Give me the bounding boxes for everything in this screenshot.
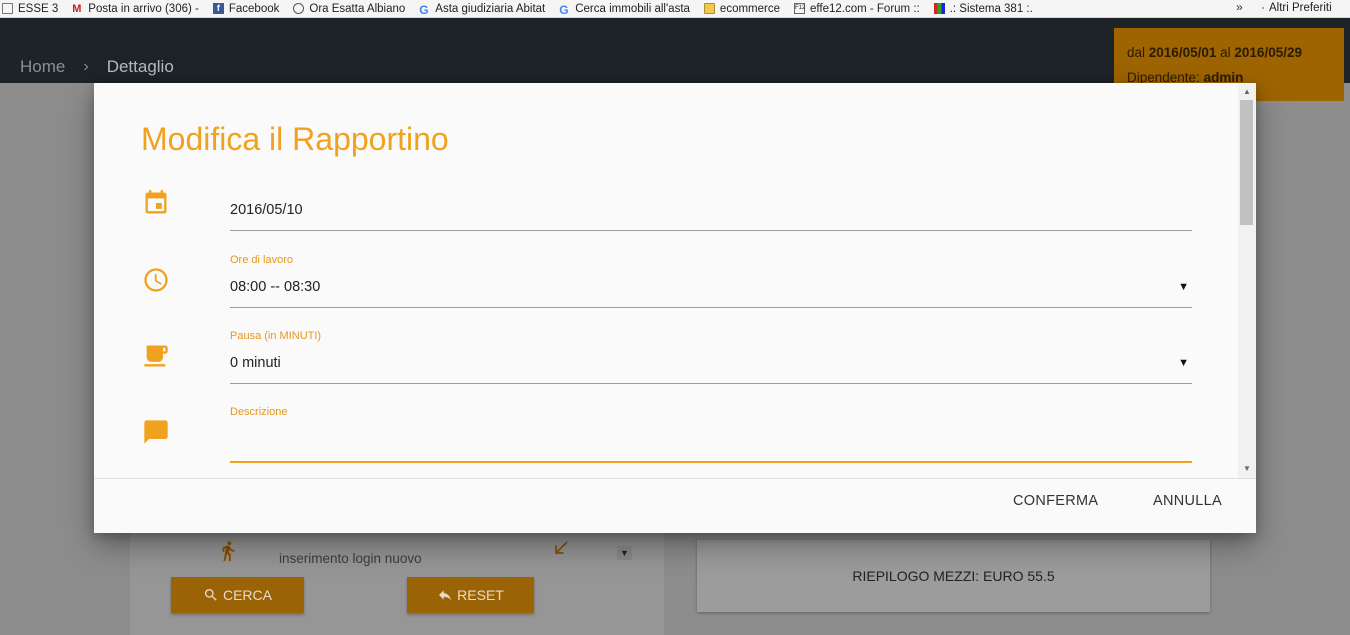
reset-button[interactable]: RESET bbox=[407, 577, 534, 613]
hours-value: 08:00 -- 08:30 bbox=[230, 279, 321, 295]
bookmark-asta-giudiziaria[interactable]: G Asta giudiziaria Abitat bbox=[419, 3, 545, 18]
bookmark-cerca-immobili[interactable]: G Cerca immobili all'asta bbox=[559, 3, 690, 18]
pause-value: 0 minuti bbox=[230, 355, 281, 371]
dialog-scrollbar[interactable]: ▲ ▼ bbox=[1238, 83, 1256, 478]
cancel-button[interactable]: ANNULLA bbox=[1153, 493, 1222, 509]
bookmark-other-favorites[interactable]: Altri Preferiti bbox=[1262, 2, 1332, 14]
f12-icon: F12 bbox=[794, 3, 805, 14]
arrow-down-left-icon bbox=[555, 541, 568, 554]
breadcrumb-home[interactable]: Home bbox=[20, 57, 65, 77]
gmail-icon: M bbox=[72, 3, 82, 15]
page-icon bbox=[2, 3, 13, 14]
bookmarks-bar: ESSE 3 M Posta in arrivo (306) - f Faceb… bbox=[0, 0, 1350, 18]
dialog-content: Modifica il Rapportino 2016/05/10 Ore di… bbox=[94, 83, 1238, 478]
google-icon: G bbox=[419, 3, 429, 17]
hours-label: Ore di lavoro bbox=[230, 254, 293, 266]
bookmark-ecommerce[interactable]: ecommerce bbox=[703, 3, 780, 15]
search-button[interactable]: CERCA bbox=[171, 577, 304, 613]
scroll-up-icon[interactable]: ▲ bbox=[1238, 85, 1256, 99]
search-icon bbox=[204, 589, 217, 601]
date-field[interactable]: 2016/05/10 bbox=[230, 202, 1192, 231]
folder-icon bbox=[703, 3, 715, 14]
coffee-cup-icon bbox=[144, 345, 168, 367]
dropdown-caret-icon[interactable]: ▼ bbox=[617, 546, 632, 560]
dialog-title: Modifica il Rapportino bbox=[141, 121, 449, 157]
description-field[interactable] bbox=[230, 428, 1192, 463]
pause-label: Pausa (in MINUTI) bbox=[230, 330, 322, 342]
edit-report-dialog: Modifica il Rapportino 2016/05/10 Ore di… bbox=[94, 83, 1256, 533]
google-icon: G bbox=[559, 3, 569, 17]
bookmark-gmail[interactable]: M Posta in arrivo (306) - bbox=[72, 3, 199, 16]
clock-icon bbox=[144, 268, 168, 292]
breadcrumb-current: Dettaglio bbox=[106, 57, 174, 76]
description-value bbox=[230, 428, 1192, 440]
chevron-right-icon: › bbox=[83, 58, 89, 75]
breadcrumb: Home › Dettaglio bbox=[20, 57, 174, 77]
calendar-icon bbox=[145, 190, 167, 214]
hours-select[interactable]: 08:00 -- 08:30 ▼ bbox=[230, 279, 1192, 308]
bookmark-facebook[interactable]: f Facebook bbox=[212, 3, 279, 15]
summary-panel: RIEPILOGO MEZZI: EURO 55.5 bbox=[697, 540, 1210, 612]
bookmark-sistema381[interactable]: .: Sistema 381 :. bbox=[933, 3, 1033, 15]
pause-select[interactable]: 0 minuti ▼ bbox=[230, 355, 1192, 384]
dropdown-caret-icon: ▼ bbox=[1178, 357, 1189, 369]
dialog-actions: CONFERMA ANNULLA bbox=[94, 478, 1256, 533]
dropdown-caret-icon: ▼ bbox=[1178, 281, 1189, 293]
period-range: dal 2016/05/01 al 2016/05/29 bbox=[1127, 45, 1302, 60]
activity-text: inserimento login nuovo bbox=[279, 551, 422, 566]
bookmark-esse3[interactable]: ESSE 3 bbox=[2, 3, 58, 15]
grid-icon bbox=[933, 3, 945, 14]
confirm-button[interactable]: CONFERMA bbox=[1013, 493, 1098, 509]
clock-circle-icon bbox=[293, 3, 305, 14]
date-value: 2016/05/10 bbox=[230, 202, 303, 218]
reply-icon bbox=[439, 590, 452, 601]
folder-icon bbox=[1262, 7, 1264, 9]
bookmark-effe12[interactable]: F12 effe12.com - Forum :: bbox=[794, 3, 920, 15]
summary-text: RIEPILOGO MEZZI: EURO 55.5 bbox=[852, 568, 1055, 584]
scroll-down-icon[interactable]: ▼ bbox=[1238, 462, 1256, 476]
description-label: Descrizione bbox=[230, 406, 288, 418]
comment-icon bbox=[144, 420, 168, 444]
bookmark-ora-esatta[interactable]: Ora Esatta Albiano bbox=[293, 3, 405, 15]
bookmarks-overflow-button[interactable]: » bbox=[1236, 0, 1243, 14]
facebook-icon: f bbox=[212, 3, 224, 14]
walk-icon bbox=[222, 541, 235, 562]
scrollbar-thumb[interactable] bbox=[1240, 100, 1253, 225]
